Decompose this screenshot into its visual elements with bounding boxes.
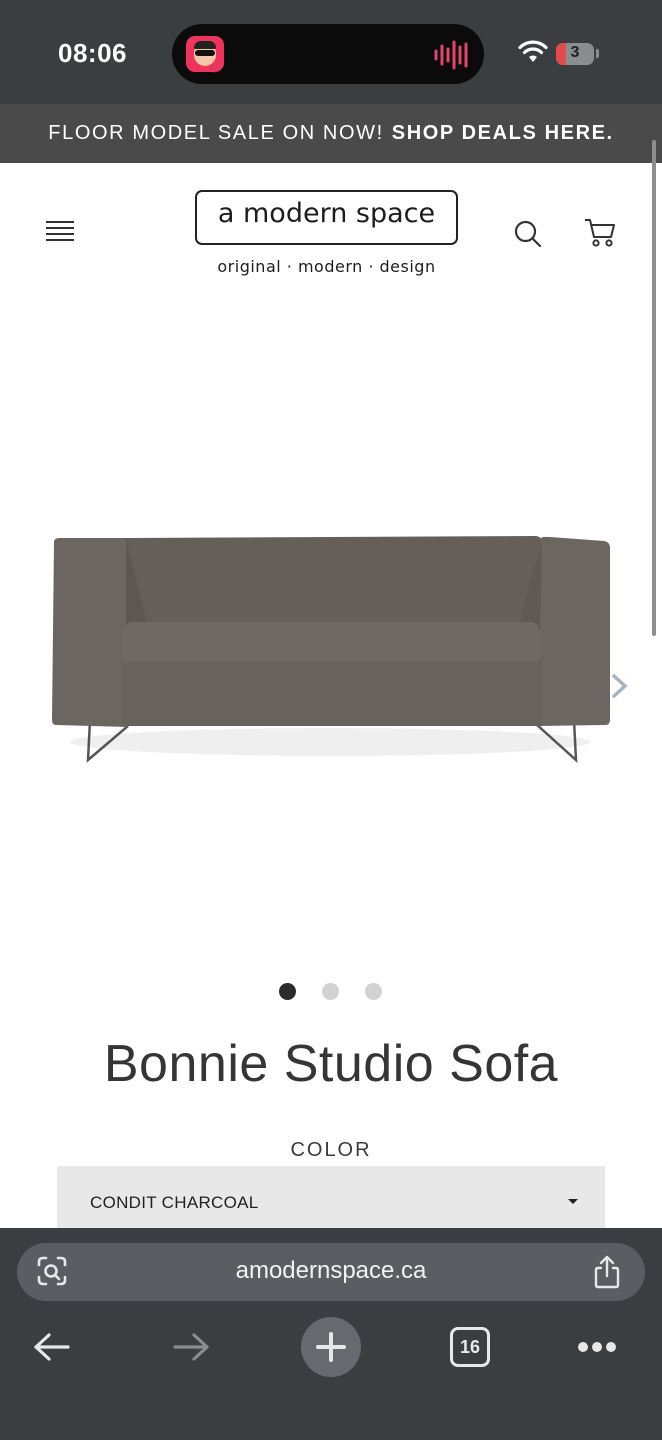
sofa-image <box>52 536 610 763</box>
battery-level: 3 <box>570 44 580 61</box>
more-options-icon[interactable] <box>576 1340 618 1354</box>
url-text[interactable]: amodernspace.ca <box>80 1257 582 1285</box>
next-image-arrow-icon[interactable] <box>608 671 632 701</box>
battery-icon: 3 <box>556 43 594 65</box>
now-playing-app-icon <box>186 36 224 72</box>
back-arrow-icon[interactable] <box>32 1330 72 1364</box>
page-scrollbar[interactable] <box>652 140 656 636</box>
cart-icon[interactable] <box>583 217 617 249</box>
status-time: 08:06 <box>58 38 127 68</box>
carousel-dot[interactable] <box>279 983 296 1000</box>
wifi-icon <box>518 40 548 62</box>
color-select-value: CONDIT CHARCOAL <box>90 1193 259 1212</box>
dynamic-island[interactable] <box>172 24 484 84</box>
product-title: Bonnie Studio Sofa <box>103 1035 559 1093</box>
battery-tip <box>596 49 599 58</box>
logo[interactable]: a modern space <box>195 198 458 229</box>
promo-text: FLOOR MODEL SALE ON NOW! <box>48 122 384 144</box>
color-label: COLOR <box>290 1139 372 1161</box>
color-select[interactable]: CONDIT CHARCOAL <box>57 1166 605 1230</box>
chevron-down-icon <box>568 1199 578 1204</box>
audio-waveform-icon <box>434 40 468 70</box>
tab-switcher-button[interactable]: 16 <box>450 1327 490 1367</box>
logo-tagline: original · modern · design <box>217 257 436 276</box>
new-tab-button[interactable] <box>301 1317 361 1377</box>
promo-link[interactable]: SHOP DEALS HERE. <box>392 122 614 145</box>
share-icon[interactable] <box>590 1254 624 1290</box>
carousel-dot[interactable] <box>365 983 382 1000</box>
carousel-dots[interactable] <box>279 983 389 1001</box>
lens-icon[interactable] <box>35 1254 69 1288</box>
search-icon[interactable] <box>513 219 543 249</box>
promo-banner[interactable]: FLOOR MODEL SALE ON NOW! SHOP DEALS HERE… <box>0 104 662 163</box>
forward-arrow-icon <box>173 1333 209 1361</box>
product-image[interactable] <box>30 340 632 940</box>
menu-icon[interactable] <box>46 221 74 243</box>
carousel-dot[interactable] <box>322 983 339 1000</box>
